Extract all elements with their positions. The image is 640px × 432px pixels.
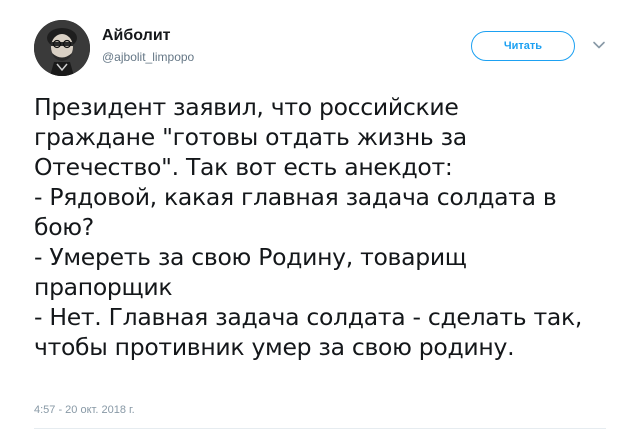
follow-button[interactable]: Читать xyxy=(471,31,575,61)
tweet-text-line: бою? xyxy=(34,213,94,241)
tweet-card: Айболит @ajbolit_limpopo Читать Президен… xyxy=(0,0,640,432)
tweet-text-line: прапорщик xyxy=(34,273,173,301)
tweet-text-line: чтобы противник умер за свою родину. xyxy=(34,333,515,361)
tweet-text-line: граждане "готовы отдать жизнь за xyxy=(34,123,467,151)
tweet-text: Президент заявил, что российские граждан… xyxy=(34,92,614,362)
tweet-text-line: - Рядовой, какая главная задача солдата … xyxy=(34,183,557,211)
chevron-down-icon[interactable] xyxy=(592,38,606,52)
divider xyxy=(34,428,606,429)
avatar[interactable] xyxy=(34,20,90,76)
author-handle[interactable]: @ajbolit_limpopo xyxy=(102,49,194,65)
tweet-timestamp[interactable]: 4:57 - 20 окт. 2018 г. xyxy=(34,403,135,417)
tweet-text-line: Отечество". Так вот есть анекдот: xyxy=(34,153,453,181)
tweet-text-line: - Нет. Главная задача солдата - сделать … xyxy=(34,303,583,331)
tweet-text-line: Президент заявил, что российские xyxy=(34,93,459,121)
avatar-portrait-icon xyxy=(34,20,90,76)
tweet-text-line: - Умереть за свою Родину, товарищ xyxy=(34,243,467,271)
author-name[interactable]: Айболит xyxy=(102,26,170,46)
